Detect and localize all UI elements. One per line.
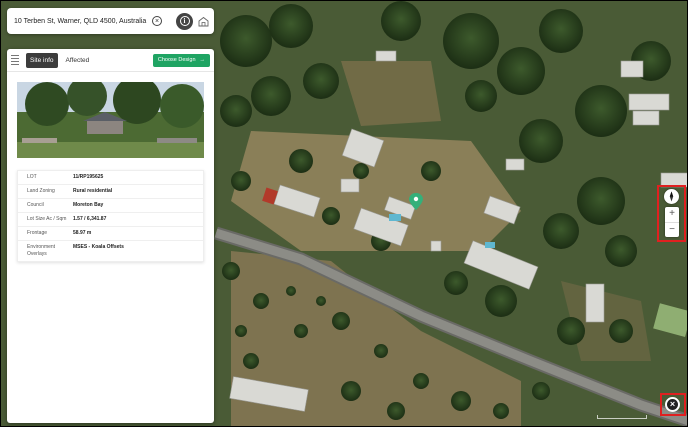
table-row: Land Zoning Rural residential xyxy=(18,185,203,199)
detail-label: Environment Overlays xyxy=(27,244,56,257)
detail-label: Council xyxy=(27,202,44,208)
site-info-panel: Site info Affected Choose Design → LOT 1… xyxy=(7,49,214,423)
tab-site-info[interactable]: Site info xyxy=(26,52,58,68)
close-map-button[interactable]: × xyxy=(665,397,680,412)
choose-design-label: Choose Design xyxy=(157,57,196,63)
house-button[interactable] xyxy=(197,15,210,28)
tab-affected[interactable]: Affected xyxy=(62,53,94,68)
map-scale-bar xyxy=(597,415,647,419)
site-details-table: LOT 11/RP195625 Land Zoning Rural reside… xyxy=(17,170,204,262)
address-search-input[interactable]: 10 Terben St, Warner, QLD 4500, Australi… xyxy=(7,18,152,25)
menu-icon[interactable] xyxy=(11,55,19,65)
address-search-bar[interactable]: 10 Terben St, Warner, QLD 4500, Australi… xyxy=(7,8,214,34)
detail-value: Rural residential xyxy=(73,188,113,194)
detail-value: Moreton Bay xyxy=(73,202,104,208)
close-icon: × xyxy=(667,399,678,410)
property-photo xyxy=(17,82,204,158)
detail-value: MSES - Koala Offsets xyxy=(73,244,124,250)
table-row: Frontage 58.97 m xyxy=(18,227,203,241)
info-button[interactable]: i xyxy=(176,12,193,30)
zoom-out-button[interactable]: − xyxy=(665,221,679,238)
detail-label: LOT xyxy=(27,174,37,180)
panel-header: Site info Affected Choose Design → xyxy=(7,49,214,72)
house-icon xyxy=(198,16,209,26)
detail-label: Frontage xyxy=(27,230,48,236)
compass-button[interactable] xyxy=(664,189,679,204)
detail-label: Lot Size Ac / Sqm xyxy=(27,216,67,222)
zoom-control: + − xyxy=(665,207,679,237)
detail-value: 11/RP195625 xyxy=(73,174,104,180)
table-row: LOT 11/RP195625 xyxy=(18,171,203,185)
choose-design-button[interactable]: Choose Design → xyxy=(152,53,210,67)
detail-value: 58.97 m xyxy=(73,230,92,236)
detail-value: 1.57 / 6,341.87 xyxy=(73,216,107,222)
zoom-in-button[interactable]: + xyxy=(665,207,679,222)
info-icon: i xyxy=(179,16,190,26)
table-row: Lot Size Ac / Sqm 1.57 / 6,341.87 xyxy=(18,213,203,227)
table-row: Council Moreton Bay xyxy=(18,199,203,213)
arrow-right-icon: → xyxy=(199,57,206,63)
app-window: 10 Terben St, Warner, QLD 4500, Australi… xyxy=(0,0,688,427)
compass-icon xyxy=(669,191,674,202)
clear-search-button[interactable]: × xyxy=(152,16,162,26)
table-row: Environment Overlays MSES - Koala Offset… xyxy=(18,241,203,261)
detail-label: Land Zoning xyxy=(27,188,55,194)
